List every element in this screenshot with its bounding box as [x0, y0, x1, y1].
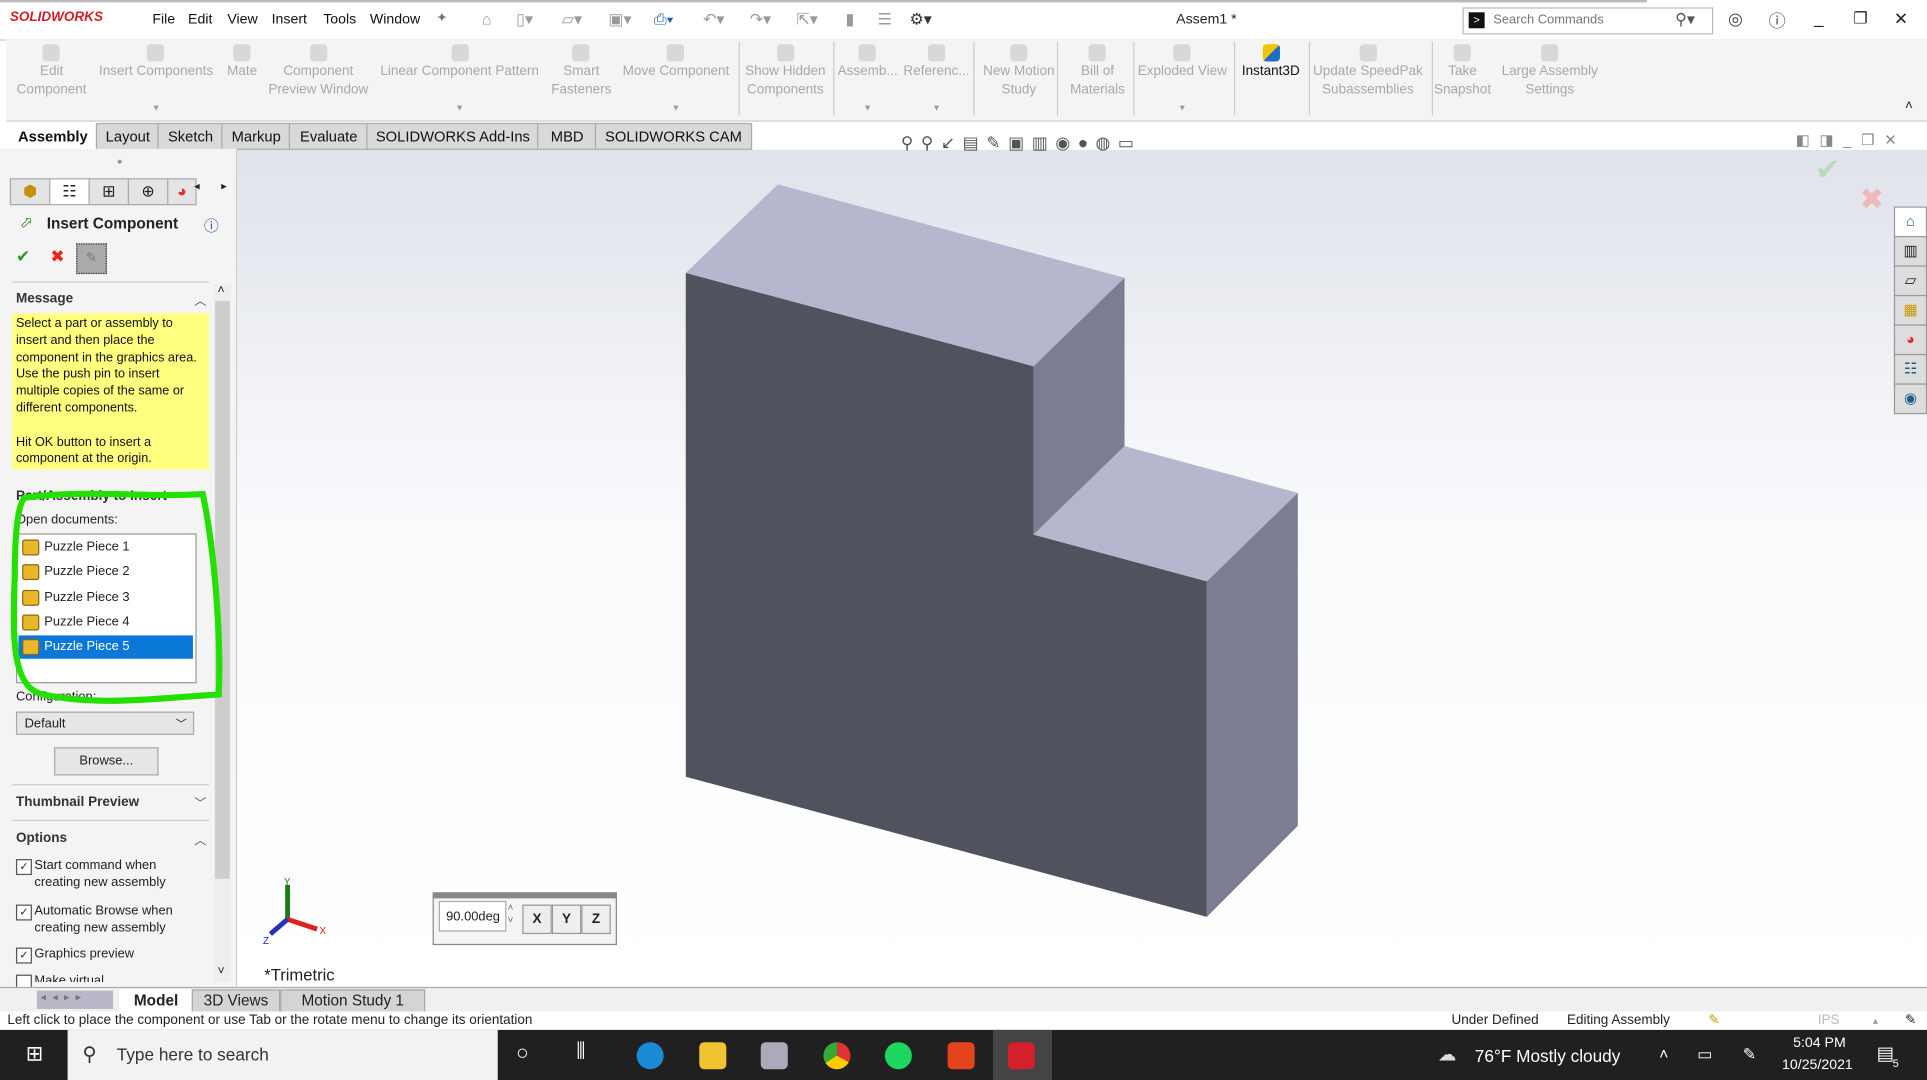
task-pane-home-icon[interactable]: ⌂ — [1893, 206, 1927, 238]
status-bar: Left click to place the component or use… — [0, 1011, 1927, 1030]
spotify-icon[interactable] — [884, 1042, 912, 1070]
notification-count: 5 — [1892, 1056, 1899, 1070]
battery-icon[interactable]: ▭ — [1697, 1045, 1712, 1065]
unit-system[interactable]: IPS — [1818, 1011, 1840, 1029]
solidworks-icon — [1007, 1042, 1035, 1070]
taskbar-search-placeholder: Type here to search — [116, 1044, 269, 1065]
unit-dropdown-icon[interactable]: ▴ — [1873, 1011, 1878, 1029]
task-pane-view-palette-icon[interactable]: ▦ — [1893, 294, 1927, 326]
status-definition-state: Under Defined — [1451, 1012, 1539, 1028]
triad-z-label: Z — [263, 936, 269, 947]
bottom-tabs-bar: ◂◂▸▸ Model 3D Views Motion Study 1 — [0, 986, 1927, 1013]
tab-scroll-arrows[interactable]: ◂◂▸▸ — [36, 990, 114, 1010]
chrome-icon[interactable] — [823, 1042, 851, 1070]
weather-text[interactable]: 76°F Mostly cloudy — [1475, 1046, 1621, 1066]
notifications-icon[interactable]: ▤ — [1877, 1042, 1894, 1064]
pen-icon[interactable]: ✎ — [1743, 1045, 1756, 1065]
task-pane-custom-properties-icon[interactable]: ☷ — [1893, 353, 1927, 385]
task-view-icon[interactable]: ⫼ — [576, 1041, 585, 1063]
puzzle-piece-model[interactable] — [685, 184, 1298, 917]
tab-model[interactable]: Model — [119, 989, 193, 1013]
triad-y-label: Y — [284, 877, 291, 888]
cortana-icon[interactable]: ○ — [516, 1041, 529, 1066]
solidworks-taskbar-button[interactable] — [993, 1029, 1053, 1080]
clock-date[interactable]: 10/25/2021 — [1782, 1058, 1853, 1073]
status-hint: Left click to place the component or use… — [7, 1012, 533, 1028]
triad-x-label: X — [320, 926, 327, 937]
task-pane-file-explorer-icon[interactable]: ▱ — [1893, 265, 1927, 297]
task-pane-solidworks-resources-icon[interactable]: ◉ — [1893, 383, 1927, 415]
windows-taskbar: ⊞ ⚲ Type here to search ○ ⫼ ☁ 76°F Mostl… — [0, 1029, 1927, 1080]
green-highlight-annotation — [10, 490, 223, 704]
tab-3d-views[interactable]: 3D Views — [191, 989, 281, 1013]
customize-status-icon[interactable]: ✎ — [1905, 1011, 1916, 1029]
windows-start-icon[interactable]: ⊞ — [26, 1042, 44, 1067]
task-pane-appearances-icon[interactable]: ◕ — [1893, 324, 1927, 356]
app-icon[interactable] — [760, 1042, 788, 1070]
tab-motion-study-1[interactable]: Motion Study 1 — [280, 989, 426, 1013]
show-hidden-icons[interactable]: ˄ — [1659, 1045, 1668, 1063]
edge-icon[interactable] — [636, 1042, 664, 1070]
front-face — [685, 272, 1207, 917]
search-icon: ⚲ — [82, 1044, 97, 1066]
model-and-annotation-layer: Y X Z — [10, 184, 1298, 947]
status-mode: Editing Assembly — [1566, 1012, 1670, 1028]
clock-time[interactable]: 5:04 PM — [1793, 1036, 1846, 1051]
weather-icon: ☁ — [1437, 1044, 1457, 1066]
office-icon[interactable] — [947, 1042, 975, 1070]
coordinate-triad: Y X Z — [263, 877, 327, 947]
rebuild-indicator-icon[interactable]: ✎ — [1708, 1011, 1719, 1029]
file-explorer-icon[interactable] — [699, 1042, 727, 1070]
task-pane-design-library-icon[interactable]: ▥ — [1893, 235, 1927, 267]
taskbar-search-box[interactable]: ⚲ Type here to search — [67, 1029, 498, 1080]
